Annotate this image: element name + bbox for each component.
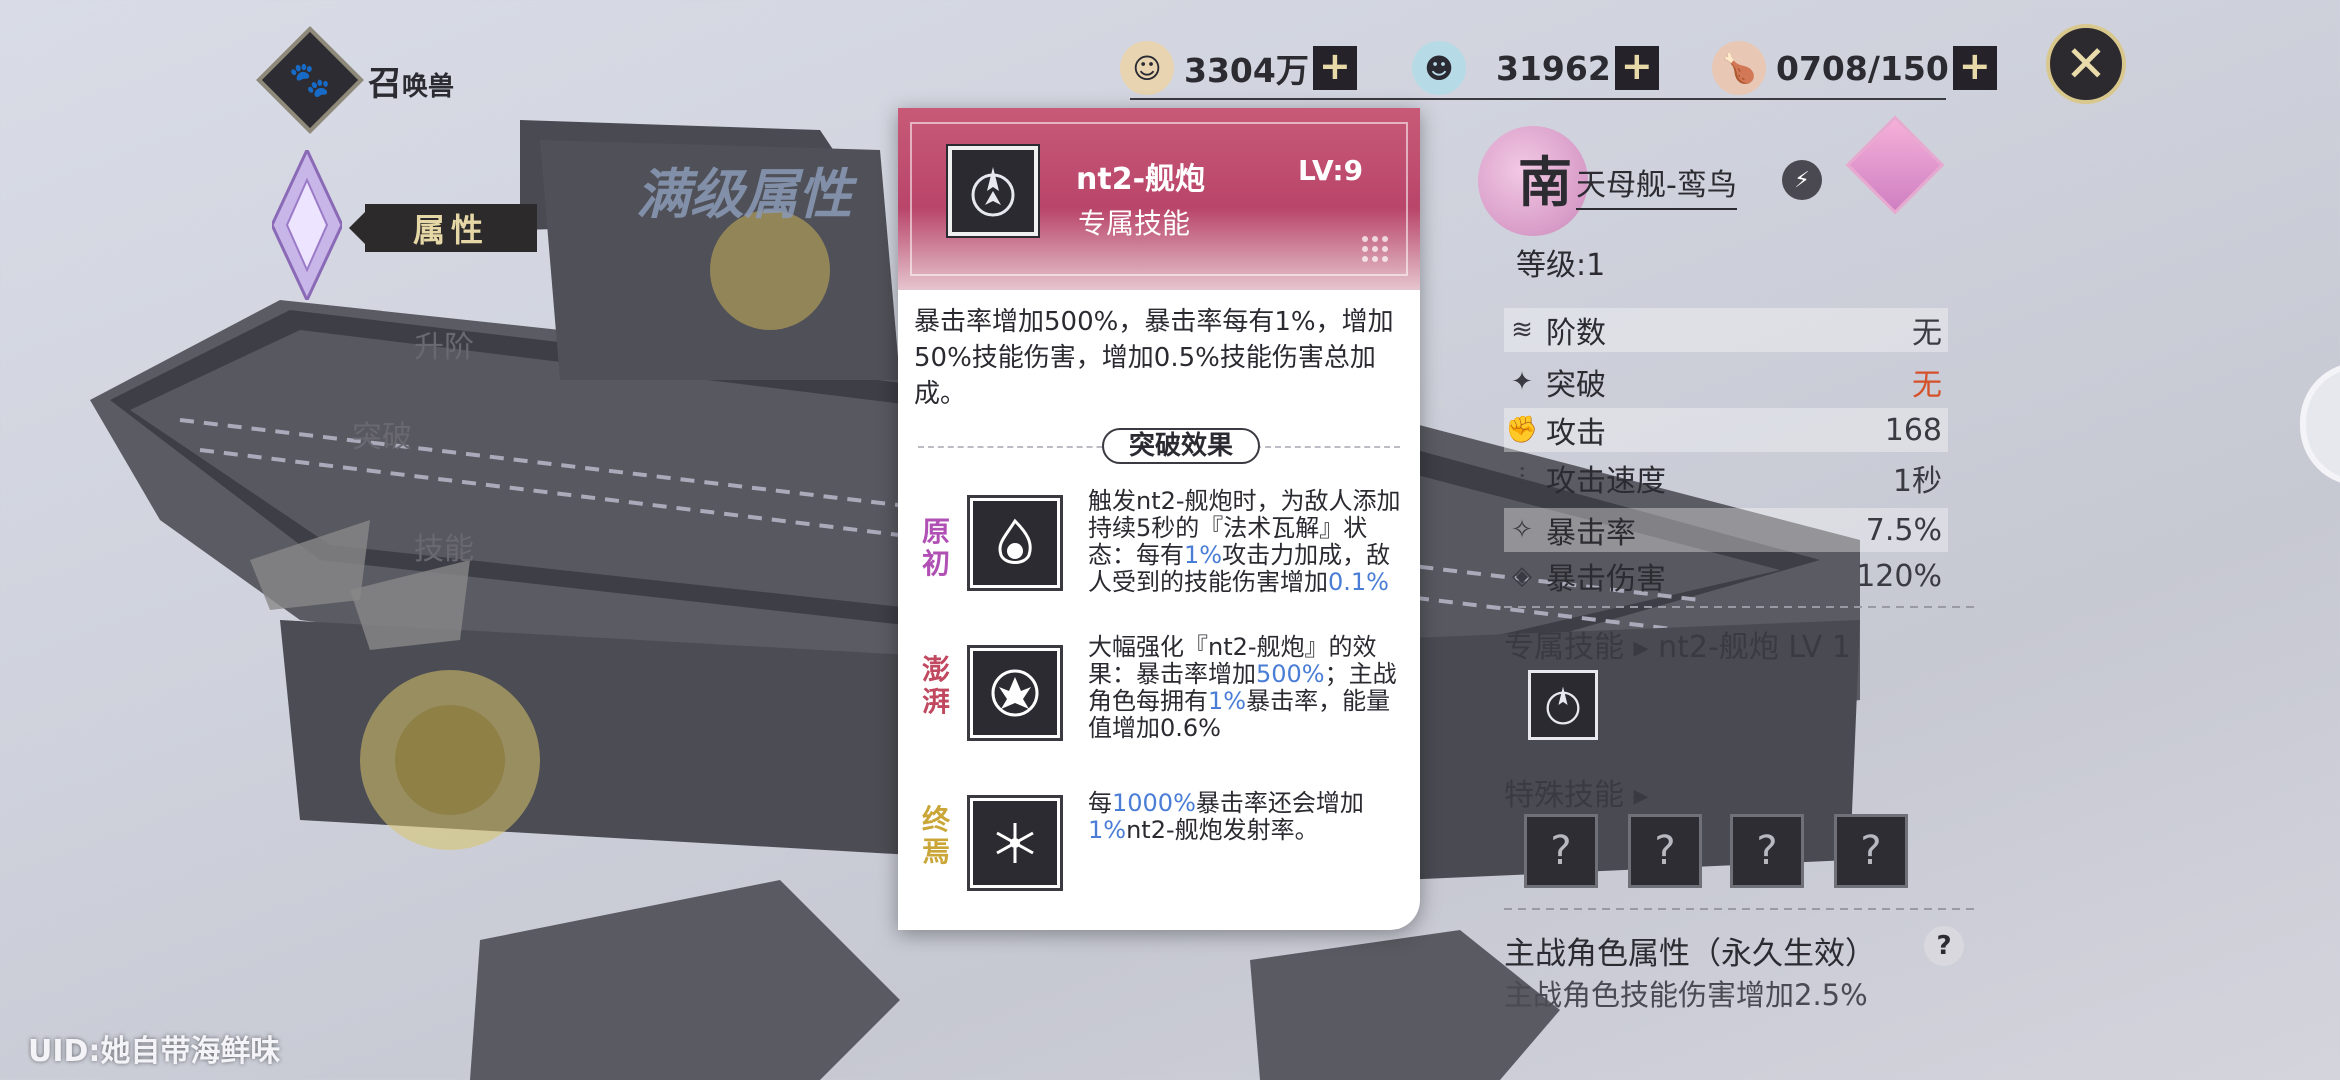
help-button[interactable]: ? bbox=[1924, 926, 1964, 966]
breakthrough-divider: 突破效果 bbox=[918, 426, 1400, 466]
tier-primal: 原初 触发nt2-舰炮时，为敌人添加持续5秒的『法术瓦解』状态：每有1%攻击力加… bbox=[918, 488, 1408, 608]
ship-level: 等级:1 bbox=[1516, 248, 1606, 283]
special-skill-slot-2[interactable]: ? bbox=[1628, 814, 1702, 888]
fist-icon: ✊ bbox=[1505, 415, 1539, 445]
main-attr-label: 主战角色属性（永久生效） bbox=[1504, 936, 1876, 972]
add-stamina-button[interactable]: + bbox=[1952, 46, 1997, 90]
tier-final: 终焉 每1000%暴击率还会增加1%nt2-舰炮发射率。 bbox=[918, 784, 1408, 894]
drumstick-icon: 🍗 bbox=[1712, 41, 1766, 95]
divider bbox=[1504, 606, 1974, 608]
page-title: 召唤兽 bbox=[368, 64, 455, 104]
gold-value: 3304万 bbox=[1184, 51, 1309, 90]
snowflake-icon bbox=[970, 798, 1060, 888]
currency-gold: ☺ 3304万 + bbox=[1120, 40, 1357, 96]
skill-name: nt2-舰炮 bbox=[1076, 162, 1206, 197]
close-button[interactable]: ✕ bbox=[2046, 24, 2126, 104]
tier-text: 每1000%暴击率还会增加1%nt2-舰炮发射率。 bbox=[1088, 790, 1364, 844]
add-gold-button[interactable]: + bbox=[1312, 46, 1357, 90]
exclusive-skill-label: 专属技能 ▸ nt2-舰炮 LV 1 bbox=[1504, 630, 1851, 665]
flame-skull-icon bbox=[970, 498, 1060, 588]
stat-row-attack-speed: ⫶ 攻击速度 1秒 bbox=[1504, 456, 1948, 500]
divider bbox=[1504, 908, 1974, 910]
special-skill-slot-1[interactable]: ? bbox=[1524, 814, 1598, 888]
menu-attributes[interactable]: 属性 bbox=[349, 204, 537, 252]
skill-detail-popup: nt2-舰炮 LV:9 专属技能 暴击率增加500%，暴击率每有1%，增加50%… bbox=[898, 108, 1420, 930]
smiley-coin-icon: ☺ bbox=[1120, 41, 1174, 95]
paw-icon: 🐾 bbox=[288, 60, 332, 100]
tier-badge: 终焉 bbox=[921, 803, 950, 868]
crit-icon: ✧ bbox=[1511, 515, 1533, 545]
stat-row-tier: ≋ 阶数 无 bbox=[1504, 308, 1948, 352]
tier-text: 触发nt2-舰炮时，为敌人添加持续5秒的『法术瓦解』状态：每有1%攻击力加成，敌… bbox=[1088, 488, 1401, 596]
fire-burst-icon bbox=[970, 648, 1060, 738]
tier-badge: 澎湃 bbox=[921, 653, 950, 718]
cannon-skill-icon bbox=[948, 146, 1038, 236]
lightning-icon[interactable]: ⚡ bbox=[1782, 160, 1822, 200]
blue-slime-icon: ☻ bbox=[1412, 41, 1466, 95]
menu-breakthrough[interactable]: 突破 bbox=[352, 412, 412, 456]
crit-dmg-icon: ◈ bbox=[1512, 561, 1532, 591]
exclusive-skill-slot[interactable] bbox=[1528, 670, 1598, 740]
tier-badge: 原初 bbox=[921, 515, 950, 580]
ship-name: 天母舰-鸾鸟 bbox=[1576, 160, 1737, 210]
skill-level: LV:9 bbox=[1298, 154, 1364, 187]
add-slime-button[interactable]: + bbox=[1614, 46, 1659, 90]
stat-row-crit-damage: ◈ 暴击伤害 120% bbox=[1504, 554, 1948, 598]
layers-icon: ≋ bbox=[1511, 315, 1533, 345]
menu-advance[interactable]: 升阶 bbox=[414, 322, 474, 366]
uid-label: UID:她自带海鲜味 bbox=[28, 1034, 281, 1069]
currency-stamina: 🍗 0708/150 + bbox=[1712, 40, 1997, 96]
breakthrough-label: 突破效果 bbox=[1102, 428, 1260, 464]
slime-value: 31962 bbox=[1496, 48, 1611, 88]
special-skill-slot-3[interactable]: ? bbox=[1730, 814, 1804, 888]
special-skill-label: 特殊技能 ▸ bbox=[1504, 778, 1649, 813]
special-skill-slot-4[interactable]: ? bbox=[1834, 814, 1908, 888]
currency-slime: ☻ 31962 + bbox=[1412, 40, 1659, 96]
stat-row-attack: ✊ 攻击 168 bbox=[1504, 408, 1948, 452]
cannon-skill-icon bbox=[1546, 686, 1580, 725]
crystal-gem-icon bbox=[272, 150, 342, 300]
menu-skill[interactable]: 技能 bbox=[414, 524, 474, 568]
stat-row-crit-rate: ✧ 暴击率 7.5% bbox=[1504, 508, 1948, 552]
dots-decoration-icon bbox=[1362, 236, 1388, 262]
tier-text: 大幅强化『nt2-舰炮』的效果：暴击率增加500%；主战角色每拥有1%暴击率，能… bbox=[1088, 634, 1397, 742]
star-badge-icon: ✦ bbox=[1511, 367, 1533, 397]
currency-underline bbox=[1130, 98, 1946, 100]
max-attribute-watermark: 满级属性 bbox=[636, 162, 852, 226]
main-attr-description: 主战角色技能伤害增加2.5% bbox=[1504, 978, 1868, 1012]
skill-description: 暴击率增加500%，暴击率每有1%，增加50%技能伤害，增加0.5%技能伤害总加… bbox=[914, 307, 1394, 409]
stat-row-breakthrough: ✦ 突破 无 bbox=[1504, 360, 1948, 404]
speed-icon: ⫶ bbox=[1518, 462, 1526, 493]
popup-header: nt2-舰炮 LV:9 专属技能 bbox=[898, 108, 1420, 290]
skill-type: 专属技能 bbox=[1078, 207, 1191, 240]
stamina-value: 0708/150 bbox=[1776, 48, 1949, 88]
tier-surge: 澎湃 大幅强化『nt2-舰炮』的效果：暴击率增加500%；主战角色每拥有1%暴击… bbox=[918, 634, 1408, 754]
grade-char: 南 bbox=[1518, 150, 1572, 214]
